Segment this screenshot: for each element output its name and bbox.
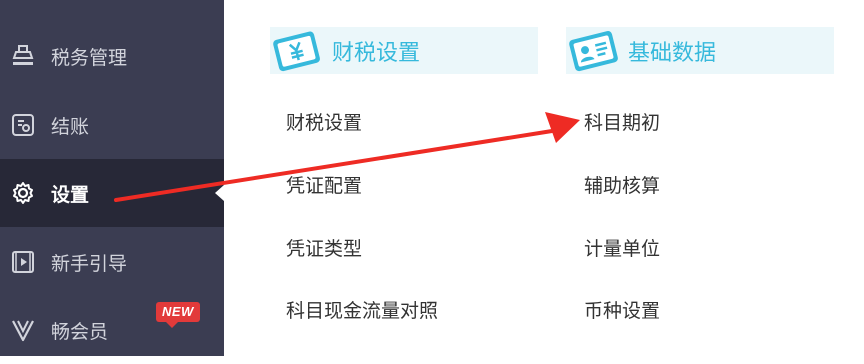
sidebar-item-settings[interactable]: 设置 [0,159,224,227]
sidebar-item-membership[interactable]: 畅会员 NEW [0,296,224,364]
gear-icon [8,178,38,208]
sidebar-item-label: 税务管理 [51,47,128,69]
section-header-basic-data: 基础数据 [566,27,834,74]
vip-v-icon [8,315,38,345]
link-voucher-config[interactable]: 凭证配置 [286,171,362,198]
link-opening-balance[interactable]: 科目期初 [584,108,660,135]
link-currency-settings[interactable]: 币种设置 [584,296,660,323]
sidebar-item-label: 设置 [51,184,90,206]
sidebar: 税务管理 结账 设置 新手引导 畅会员 NEW [0,0,224,356]
section-title: 基础数据 [628,40,717,65]
sidebar-item-label: 畅会员 [51,321,109,343]
link-auxiliary-accounting[interactable]: 辅助核算 [584,171,660,198]
sidebar-item-label: 结账 [51,116,90,138]
tax-stamp-icon [8,41,38,71]
link-account-cashflow-mapping[interactable]: 科目现金流量对照 [286,296,438,323]
link-tax-settings[interactable]: 财税设置 [286,108,362,135]
checkout-icon [8,110,38,140]
section-title: 财税设置 [332,40,421,65]
sidebar-item-beginner-guide[interactable]: 新手引导 [0,228,224,296]
sidebar-item-label: 新手引导 [51,253,128,275]
new-badge: NEW [156,302,200,328]
section-header-tax-settings: 财税设置 [270,27,538,74]
video-play-icon [8,247,38,277]
sidebar-item-tax-management[interactable]: 税务管理 [0,22,224,90]
id-card-icon [569,31,618,72]
sidebar-item-checkout[interactable]: 结账 [0,91,224,159]
tax-card-icon [273,31,320,72]
active-indicator [215,185,224,201]
link-units-of-measure[interactable]: 计量单位 [584,234,660,261]
link-voucher-type[interactable]: 凭证类型 [286,234,362,261]
